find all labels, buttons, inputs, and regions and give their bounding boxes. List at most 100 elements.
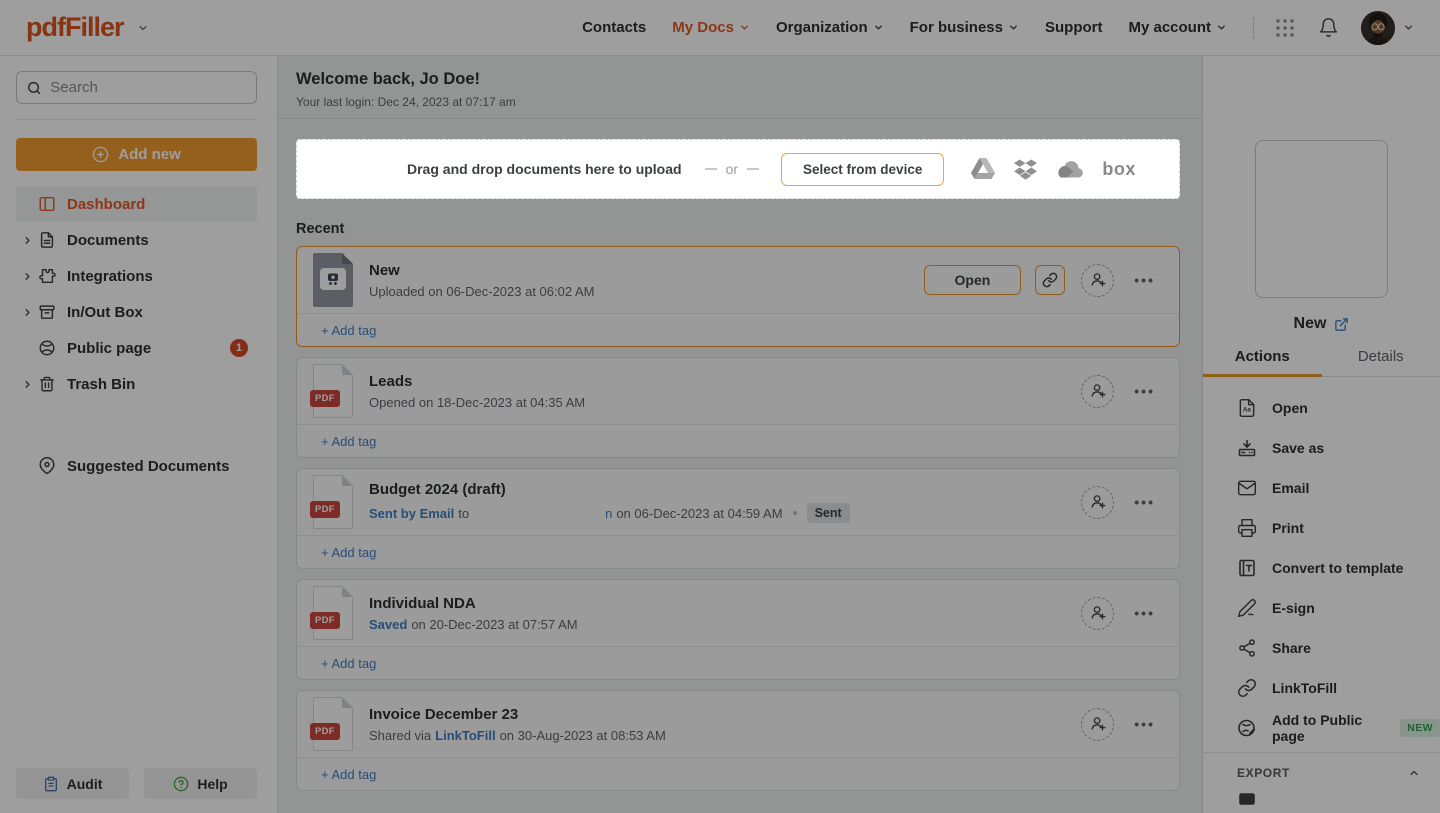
add-tag-link[interactable]: + Add tag bbox=[321, 434, 376, 449]
pdf-thumbnail: PDF bbox=[313, 475, 353, 529]
link-icon bbox=[1042, 272, 1058, 288]
document-title: Leads bbox=[369, 373, 585, 390]
more-options-button[interactable]: ••• bbox=[1134, 383, 1155, 399]
nav-my-docs[interactable]: My Docs bbox=[672, 19, 750, 36]
action-email[interactable]: Email bbox=[1237, 468, 1440, 508]
page-fold bbox=[342, 253, 353, 264]
more-options-button[interactable]: ••• bbox=[1134, 272, 1155, 288]
action-open[interactable]: Aa Open bbox=[1237, 388, 1440, 428]
sent-by-email-link[interactable]: Sent by Email bbox=[369, 506, 454, 521]
nav-organization[interactable]: Organization bbox=[776, 19, 884, 36]
apps-grid-icon[interactable] bbox=[1274, 17, 1296, 39]
document-title: Invoice December 23 bbox=[369, 706, 666, 723]
nav-support[interactable]: Support bbox=[1045, 19, 1103, 36]
audit-clipboard-icon bbox=[43, 776, 59, 792]
document-card-nda[interactable]: PDF Individual NDA Saved on 20-Dec-2023 … bbox=[296, 579, 1180, 680]
add-tag-link[interactable]: + Add tag bbox=[321, 656, 376, 671]
add-tag-link[interactable]: + Add tag bbox=[321, 323, 376, 338]
action-save-as[interactable]: Save as bbox=[1237, 428, 1440, 468]
document-card-new[interactable]: New Uploaded on 06-Dec-2023 at 06:02 AM … bbox=[296, 246, 1180, 347]
nav-my-account[interactable]: My account bbox=[1128, 19, 1227, 36]
add-collaborator-button[interactable] bbox=[1081, 708, 1114, 741]
cloud-providers: box bbox=[971, 158, 1136, 180]
document-card-leads[interactable]: PDF Leads Opened on 18-Dec-2023 at 04:35… bbox=[296, 357, 1180, 458]
search-input[interactable] bbox=[50, 79, 246, 96]
dropbox-icon[interactable] bbox=[1014, 159, 1037, 180]
add-tag-link[interactable]: + Add tag bbox=[321, 767, 376, 782]
document-card-invoice[interactable]: PDF Invoice December 23 Shared via LinkT… bbox=[296, 690, 1180, 791]
account-menu[interactable] bbox=[1361, 11, 1414, 45]
open-button[interactable]: Open bbox=[924, 265, 1022, 295]
page-fold bbox=[342, 364, 353, 375]
last-login-text: Your last login: Dec 24, 2023 at 07:17 a… bbox=[296, 95, 1180, 109]
add-collaborator-button[interactable] bbox=[1081, 375, 1114, 408]
upload-dropzone[interactable]: Drag and drop documents here to upload o… bbox=[296, 139, 1180, 199]
document-icon bbox=[38, 231, 56, 249]
document-details-panel: New Actions Details Aa Open Save as Emai bbox=[1202, 56, 1440, 813]
share-icon bbox=[1237, 638, 1257, 658]
add-collaborator-button[interactable] bbox=[1081, 264, 1114, 297]
add-tag-link[interactable]: + Add tag bbox=[321, 545, 376, 560]
open-document-icon: Aa bbox=[1237, 398, 1257, 418]
box-icon[interactable]: box bbox=[1102, 159, 1136, 180]
pdf-thumbnail: PDF bbox=[313, 364, 353, 418]
trash-icon bbox=[38, 375, 56, 393]
nav-contacts[interactable]: Contacts bbox=[582, 19, 646, 36]
copy-link-button[interactable] bbox=[1035, 265, 1065, 295]
chevron-right-icon[interactable] bbox=[16, 271, 38, 282]
main-nav: Contacts My Docs Organization For busine… bbox=[582, 19, 1227, 36]
document-preview[interactable] bbox=[1255, 140, 1388, 298]
add-collaborator-button[interactable] bbox=[1081, 486, 1114, 519]
audit-button[interactable]: Audit bbox=[16, 768, 129, 799]
chevron-right-icon[interactable] bbox=[16, 379, 38, 390]
sidebar-item-dashboard[interactable]: Dashboard bbox=[16, 186, 257, 222]
logo-chevron-down-icon[interactable] bbox=[137, 22, 149, 34]
add-new-button[interactable]: Add new bbox=[16, 138, 257, 171]
chevron-right-icon[interactable] bbox=[16, 307, 38, 318]
linktofill-link[interactable]: LinkToFill bbox=[435, 728, 495, 743]
sidebar-item-documents[interactable]: Documents bbox=[16, 222, 257, 258]
suggested-documents-link[interactable]: Suggested Documents bbox=[16, 448, 257, 484]
action-linktofill[interactable]: LinkToFill bbox=[1237, 668, 1440, 708]
external-link-icon[interactable] bbox=[1334, 317, 1349, 332]
more-options-button[interactable]: ••• bbox=[1134, 605, 1155, 621]
onedrive-icon[interactable] bbox=[1056, 161, 1083, 178]
chevron-right-icon[interactable] bbox=[16, 235, 38, 246]
search-box[interactable] bbox=[16, 71, 257, 104]
sidebar-item-trash-bin[interactable]: Trash Bin bbox=[16, 366, 257, 402]
saved-link[interactable]: Saved bbox=[369, 617, 407, 632]
select-from-device-button[interactable]: Select from device bbox=[781, 153, 944, 186]
export-section-header[interactable]: EXPORT bbox=[1203, 752, 1440, 780]
user-avatar[interactable] bbox=[1361, 11, 1395, 45]
more-options-button[interactable]: ••• bbox=[1134, 716, 1155, 732]
action-convert-to-template[interactable]: Convert to template bbox=[1237, 548, 1440, 588]
notifications-bell-icon[interactable] bbox=[1318, 17, 1339, 38]
meta-separator-dot bbox=[793, 511, 797, 515]
add-collaborator-button[interactable] bbox=[1081, 597, 1114, 630]
email-icon bbox=[1237, 478, 1257, 498]
page-fold bbox=[342, 586, 353, 597]
sidebar-item-integrations[interactable]: Integrations bbox=[16, 258, 257, 294]
sidebar-item-inout-box[interactable]: In/Out Box bbox=[16, 294, 257, 330]
sidebar-item-public-page[interactable]: Public page 1 bbox=[16, 330, 257, 366]
welcome-heading: Welcome back, Jo Doe! bbox=[296, 70, 1180, 89]
tab-actions[interactable]: Actions bbox=[1203, 348, 1322, 376]
save-as-icon bbox=[1237, 438, 1257, 458]
action-print[interactable]: Print bbox=[1237, 508, 1440, 548]
add-to-public-page-icon bbox=[1237, 718, 1257, 738]
document-meta: on 20-Dec-2023 at 07:57 AM bbox=[411, 617, 577, 632]
google-drive-icon[interactable] bbox=[971, 158, 995, 180]
help-button[interactable]: Help bbox=[144, 768, 257, 799]
document-card-budget[interactable]: PDF Budget 2024 (draft) Sent by Email to… bbox=[296, 468, 1180, 569]
action-esign[interactable]: E-sign bbox=[1237, 588, 1440, 628]
action-add-to-public-page[interactable]: Add to Public page NEW bbox=[1237, 708, 1440, 748]
dropzone-label: Drag and drop documents here to upload bbox=[407, 161, 682, 177]
export-action-icon-partial bbox=[1237, 792, 1257, 813]
tab-details[interactable]: Details bbox=[1322, 348, 1440, 376]
more-options-button[interactable]: ••• bbox=[1134, 494, 1155, 510]
action-share[interactable]: Share bbox=[1237, 628, 1440, 668]
pdffiller-logo[interactable]: pdfFiller bbox=[26, 12, 124, 43]
chevron-down-icon bbox=[1403, 22, 1414, 33]
header-divider bbox=[1253, 17, 1254, 39]
nav-for-business[interactable]: For business bbox=[910, 19, 1019, 36]
